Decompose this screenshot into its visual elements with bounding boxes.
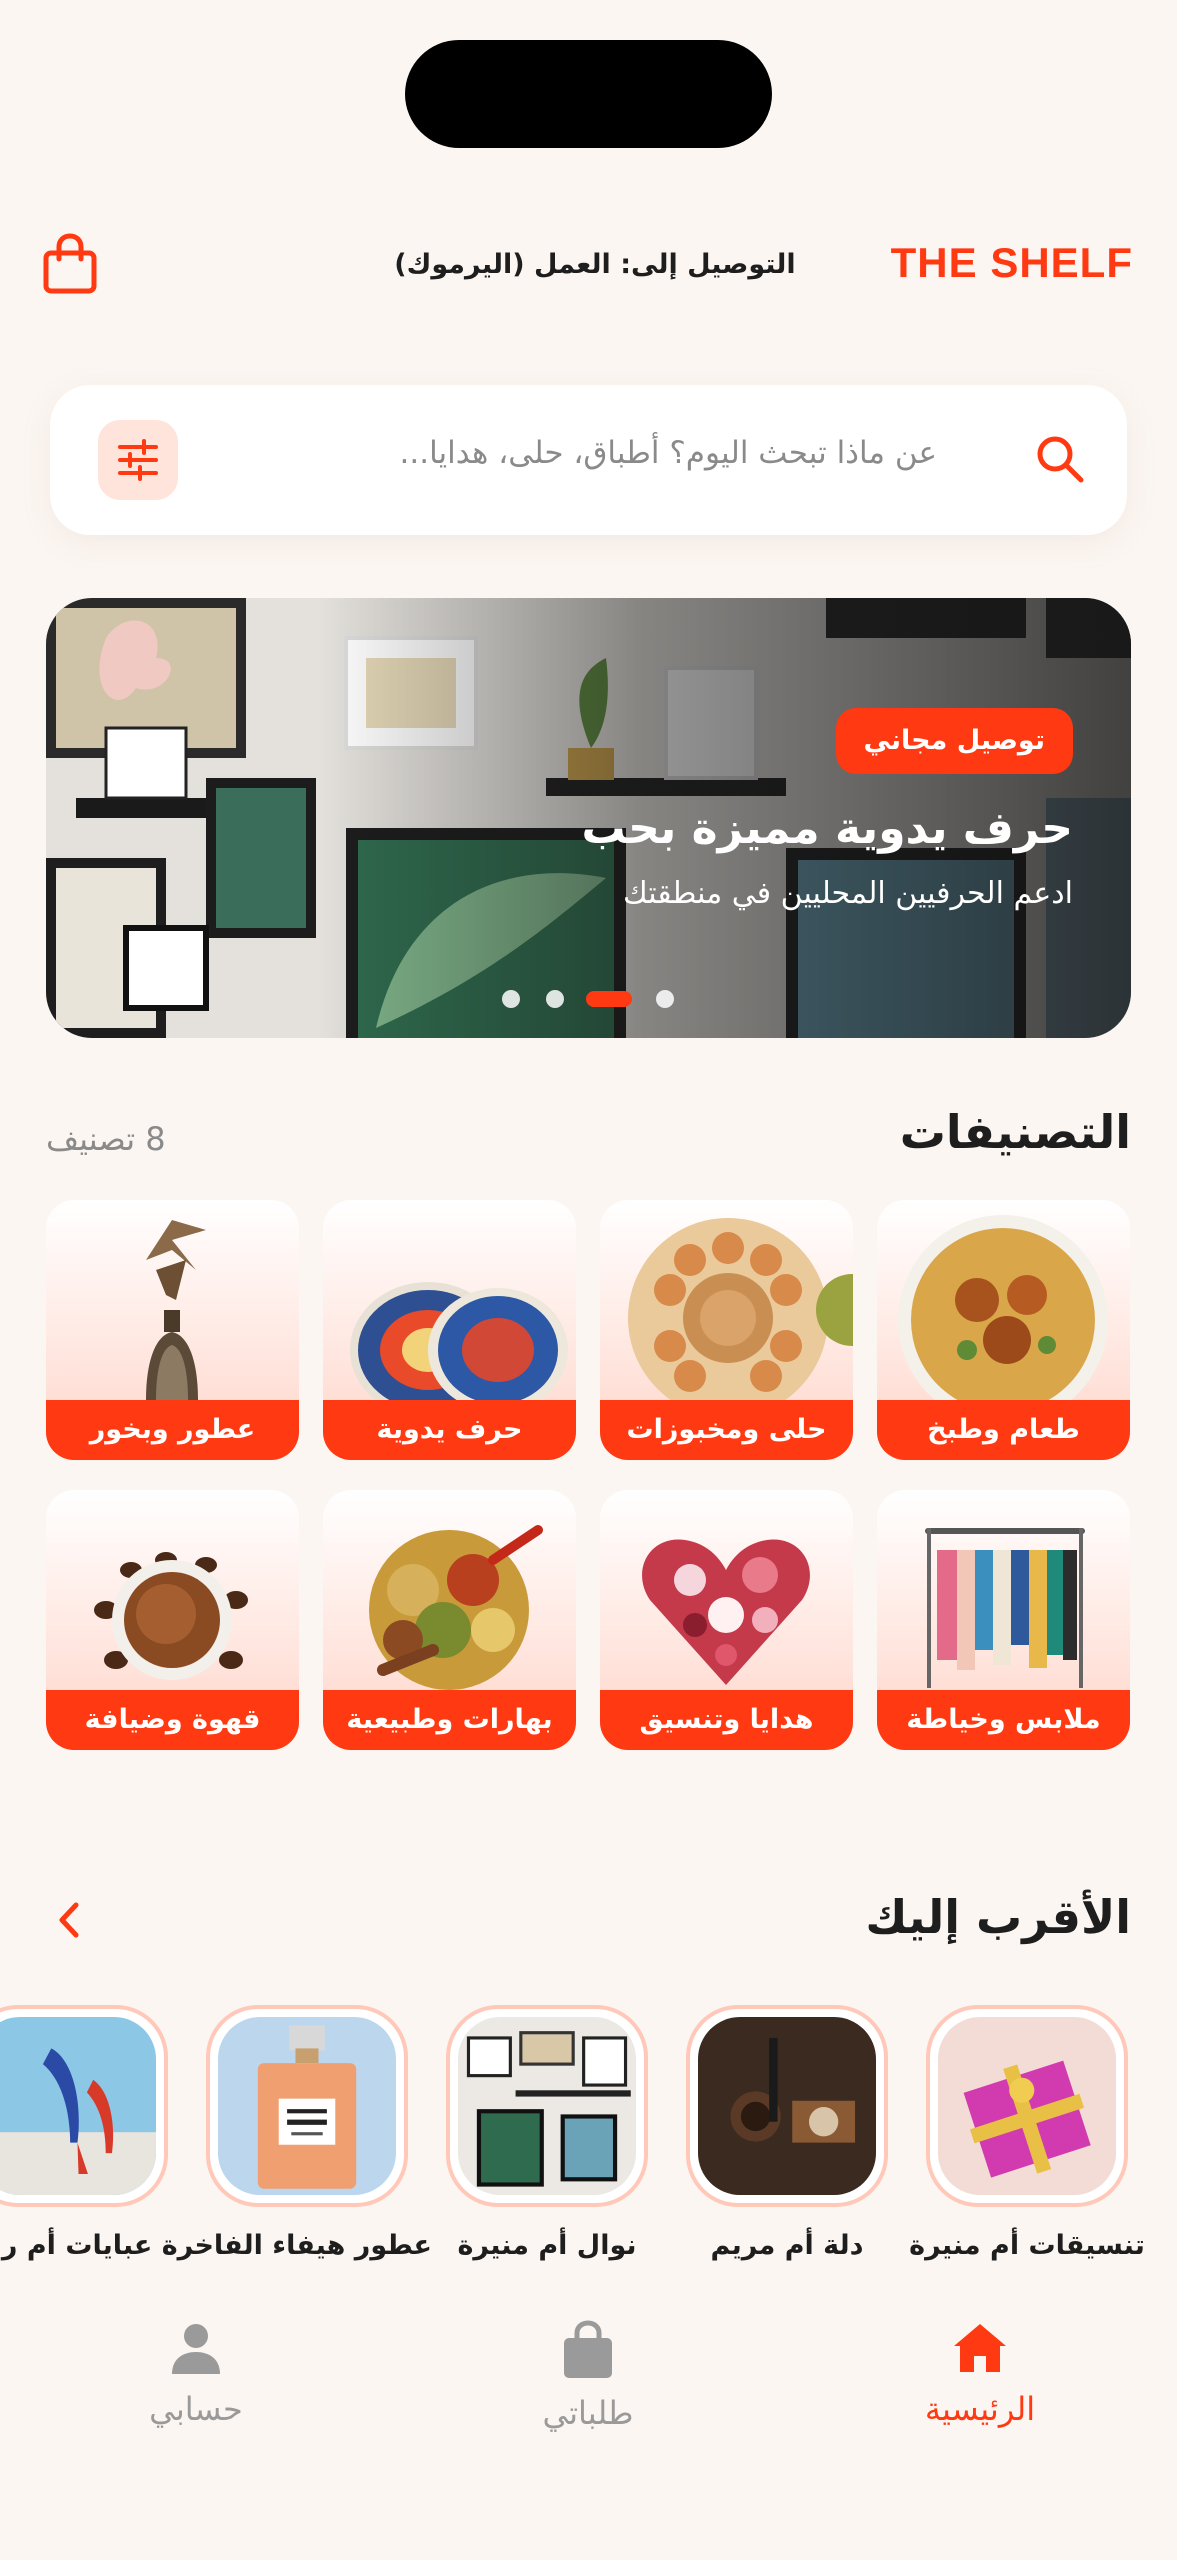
filter-button[interactable]	[98, 420, 178, 500]
gallery-wall-image	[458, 2017, 636, 2195]
spices-icon	[369, 1525, 543, 1690]
store-card[interactable]: عطور هيفاء الفاخرة	[162, 2005, 432, 2275]
category-label: عطور وبخور	[46, 1400, 299, 1460]
store-name: نوال أم منيرة	[457, 2230, 637, 2261]
category-perfume[interactable]: عطور وبخور	[46, 1200, 299, 1460]
food-icon	[898, 1215, 1108, 1400]
category-coffee[interactable]: قهوة وضيافة	[46, 1490, 299, 1750]
category-label: ملابس وخياطة	[877, 1690, 1130, 1750]
shopping-bag-icon	[564, 2320, 612, 2378]
coffee-icon	[94, 1552, 248, 1680]
category-gifts[interactable]: هدايا وتنسيق	[600, 1490, 853, 1750]
tab-home-label: الرئيسية	[924, 2390, 1036, 2428]
tab-home[interactable]: الرئيسية	[870, 2320, 1090, 2470]
header: THE SHELF التوصيل إلى: العمل (اليرموك)	[0, 225, 1177, 305]
categories-title: التصنيفات	[899, 1105, 1131, 1159]
store-card[interactable]: عبايات أم رنا	[0, 2005, 172, 2275]
category-clothes[interactable]: ملابس وخياطة	[877, 1490, 1130, 1750]
gift-box-image	[938, 2017, 1116, 2195]
tab-account-label: حسابي	[149, 2390, 243, 2428]
chevron-left-icon[interactable]	[48, 1895, 88, 1945]
banner-title: حرف يدوية مميزة بحب	[581, 803, 1074, 854]
delivery-location-selector[interactable]: التوصيل إلى: العمل (اليرموك)	[380, 239, 810, 289]
coffee-tools-image	[698, 2017, 876, 2195]
store-name: دلة أم مريم	[710, 2230, 864, 2261]
perfume-icon	[146, 1220, 206, 1400]
gift-flowers-icon	[642, 1539, 810, 1685]
search-bar[interactable]: عن ماذا تبحث اليوم؟ أطباق، حلى، هدايا...	[50, 385, 1127, 535]
clothes-icon	[925, 1528, 1085, 1688]
user-icon	[172, 2324, 220, 2374]
sweets-icon	[628, 1218, 853, 1400]
category-label: هدايا وتنسيق	[600, 1690, 853, 1750]
store-name: عطور هيفاء الفاخرة	[161, 2230, 432, 2261]
search-icon	[1037, 436, 1084, 483]
store-avatar	[446, 2005, 648, 2207]
shopping-bag-icon[interactable]	[40, 233, 100, 295]
tab-account[interactable]: حسابي	[86, 2320, 306, 2470]
carousel-indicator	[46, 990, 1131, 1010]
category-label: حلى ومخبوزات	[600, 1400, 853, 1460]
bottom-nav: الرئيسية طلباتي حسابي	[0, 2290, 1177, 2560]
perfume-bottle-image	[218, 2017, 396, 2195]
categories-count: 8 تصنيف	[46, 1120, 166, 1158]
store-avatar	[206, 2005, 408, 2207]
store-card[interactable]: تنسيقات أم منيرة	[909, 2005, 1145, 2275]
store-name: عبايات أم رنا	[0, 2230, 153, 2261]
carousel-dot[interactable]	[656, 990, 674, 1008]
home-icon	[954, 2324, 1006, 2372]
nearest-title: الأقرب إليك	[865, 1890, 1131, 1944]
banner-subtitle: ادعم الحرفيين المحليين في منطقتك	[622, 876, 1073, 911]
category-label: قهوة وضيافة	[46, 1690, 299, 1750]
device-notch	[405, 40, 772, 148]
category-handcraft[interactable]: حرف يدوية	[323, 1200, 576, 1460]
store-name: تنسيقات أم منيرة	[909, 2230, 1145, 2261]
store-avatar	[686, 2005, 888, 2207]
category-sweets[interactable]: حلى ومخبوزات	[600, 1200, 853, 1460]
store-card[interactable]: دلة أم مريم	[682, 2005, 892, 2275]
category-spices[interactable]: بهارات وطبيعية	[323, 1490, 576, 1750]
delivery-location-text: التوصيل إلى: العمل (اليرموك)	[394, 248, 796, 280]
carousel-dot-active[interactable]	[586, 991, 632, 1007]
carousel-dot[interactable]	[502, 990, 520, 1008]
search-input[interactable]: عن ماذا تبحث اليوم؟ أطباق، حلى، هدايا...	[400, 435, 937, 471]
handcraft-icon	[350, 1282, 568, 1400]
store-card[interactable]: نوال أم منيرة	[442, 2005, 652, 2275]
category-label: طعام وطبخ	[877, 1400, 1130, 1460]
sliders-icon	[118, 439, 158, 481]
carousel-dot[interactable]	[546, 990, 564, 1008]
category-label: حرف يدوية	[323, 1400, 576, 1460]
tab-orders[interactable]: طلباتي	[478, 2320, 698, 2470]
tab-orders-label: طلباتي	[542, 2394, 634, 2432]
category-label: بهارات وطبيعية	[323, 1690, 576, 1750]
store-avatar	[0, 2005, 168, 2207]
store-avatar	[926, 2005, 1128, 2207]
category-food[interactable]: طعام وطبخ	[877, 1200, 1130, 1460]
promo-banner[interactable]: توصيل مجاني حرف يدوية مميزة بحب ادعم الح…	[46, 598, 1131, 1038]
high-heels-image	[0, 2017, 156, 2195]
free-delivery-badge: توصيل مجاني	[835, 708, 1073, 774]
app-logo[interactable]: THE SHELF	[891, 239, 1133, 287]
